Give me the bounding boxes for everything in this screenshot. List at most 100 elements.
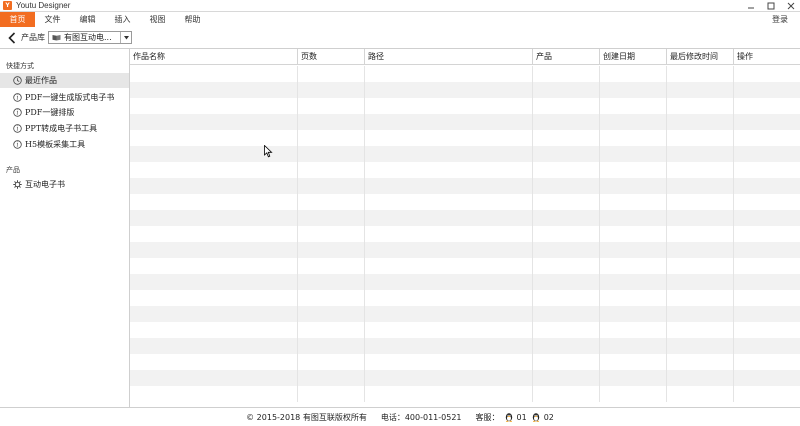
maximize-icon bbox=[767, 2, 775, 10]
table-cell bbox=[600, 242, 667, 258]
phone-text: 电话：400-011-0521 bbox=[380, 412, 462, 422]
table-cell bbox=[667, 322, 734, 338]
table-cell bbox=[130, 82, 298, 98]
table-cell bbox=[130, 274, 298, 290]
library-select[interactable]: 有图互动电... bbox=[48, 31, 132, 44]
sidebar-item-pdf-layout[interactable]: i PDF一键排版 bbox=[0, 105, 129, 120]
table-cell bbox=[734, 210, 800, 226]
table-cell bbox=[600, 370, 667, 386]
service-label: 客服： bbox=[475, 412, 500, 422]
table-cell bbox=[130, 370, 298, 386]
table-cell bbox=[734, 290, 800, 306]
table-cell bbox=[667, 290, 734, 306]
table-row bbox=[130, 274, 800, 290]
book-icon bbox=[52, 35, 61, 41]
service-number-1[interactable]: 01 bbox=[517, 413, 527, 422]
table-cell bbox=[365, 130, 533, 146]
menu-edit[interactable]: 编辑 bbox=[70, 12, 105, 27]
sidebar-item-label: 最近作品 bbox=[25, 76, 57, 85]
column-header-actions[interactable]: 操作 bbox=[734, 49, 800, 65]
menu-view[interactable]: 视图 bbox=[140, 12, 175, 27]
login-link[interactable]: 登录 bbox=[772, 12, 788, 27]
column-header-created[interactable]: 创建日期 bbox=[600, 49, 667, 65]
maximize-button[interactable] bbox=[766, 1, 776, 11]
shortcuts-section-title: 快捷方式 bbox=[6, 62, 34, 70]
table-cell bbox=[130, 338, 298, 354]
column-header-pages[interactable]: 页数 bbox=[298, 49, 365, 65]
menu-file[interactable]: 文件 bbox=[35, 12, 70, 27]
table-cell bbox=[533, 114, 600, 130]
table-cell bbox=[734, 274, 800, 290]
table-cell bbox=[667, 386, 734, 402]
service-number-2[interactable]: 02 bbox=[544, 413, 554, 422]
sidebar-item-pdf-ebook[interactable]: i PDF一键生成版式电子书 bbox=[0, 90, 129, 105]
copyright-text: © 2015-2018 有图互联版权所有 bbox=[246, 412, 367, 422]
table-cell bbox=[600, 146, 667, 162]
sidebar-item-ppt-tool[interactable]: i PPT转成电子书工具 bbox=[0, 121, 129, 136]
table-cell bbox=[667, 306, 734, 322]
table-cell bbox=[365, 98, 533, 114]
sidebar-item-h5-tool[interactable]: i H5模板采集工具 bbox=[0, 137, 129, 152]
table-cell bbox=[365, 290, 533, 306]
menu-insert[interactable]: 插入 bbox=[105, 12, 140, 27]
table-cell bbox=[365, 386, 533, 402]
table-cell bbox=[734, 146, 800, 162]
table-cell bbox=[298, 290, 365, 306]
sidebar-item-interactive-ebook[interactable]: 互动电子书 bbox=[0, 177, 129, 192]
column-header-product[interactable]: 产品 bbox=[533, 49, 600, 65]
table-cell bbox=[130, 354, 298, 370]
qq-penguin-icon[interactable] bbox=[504, 412, 514, 422]
table-row bbox=[130, 370, 800, 386]
column-header-path[interactable]: 路径 bbox=[365, 49, 533, 65]
sidebar-item-recent[interactable]: 最近作品 bbox=[0, 73, 129, 88]
table-cell bbox=[734, 386, 800, 402]
table-cell bbox=[667, 194, 734, 210]
table-cell bbox=[734, 130, 800, 146]
table-cell bbox=[533, 386, 600, 402]
table-cell bbox=[298, 370, 365, 386]
table-cell bbox=[533, 338, 600, 354]
column-header-name[interactable]: 作品名称 bbox=[130, 49, 298, 65]
table-cell bbox=[130, 242, 298, 258]
menu-help[interactable]: 帮助 bbox=[175, 12, 210, 27]
table-cell bbox=[667, 210, 734, 226]
table-cell bbox=[130, 66, 298, 82]
mouse-cursor-icon bbox=[264, 145, 273, 158]
table-cell bbox=[298, 82, 365, 98]
dropdown-arrow[interactable] bbox=[120, 32, 131, 43]
minimize-button[interactable] bbox=[746, 1, 756, 11]
table-cell bbox=[533, 178, 600, 194]
table-cell bbox=[533, 130, 600, 146]
table-cell bbox=[533, 242, 600, 258]
column-header-modified[interactable]: 最后修改时间 bbox=[667, 49, 734, 65]
close-icon bbox=[787, 2, 795, 10]
table-cell bbox=[734, 82, 800, 98]
table-cell bbox=[298, 194, 365, 210]
table-cell bbox=[365, 258, 533, 274]
table-cell bbox=[734, 258, 800, 274]
products-section-title: 产品 bbox=[6, 166, 20, 174]
table-cell bbox=[365, 226, 533, 242]
back-button[interactable] bbox=[6, 31, 18, 45]
table-row bbox=[130, 194, 800, 210]
app-title: Youtu Designer bbox=[16, 1, 71, 10]
table-cell bbox=[298, 354, 365, 370]
menu-home[interactable]: 首页 bbox=[0, 12, 35, 27]
table-cell bbox=[533, 210, 600, 226]
table-cell bbox=[600, 194, 667, 210]
table-cell bbox=[533, 274, 600, 290]
table-cell bbox=[600, 114, 667, 130]
svg-text:i: i bbox=[16, 95, 18, 102]
table-cell bbox=[600, 66, 667, 82]
table-cell bbox=[130, 386, 298, 402]
table-cell bbox=[667, 98, 734, 114]
table-cell bbox=[600, 258, 667, 274]
table-cell bbox=[533, 306, 600, 322]
qq-penguin-icon[interactable] bbox=[531, 412, 541, 422]
table-row bbox=[130, 98, 800, 114]
table-row bbox=[130, 162, 800, 178]
table-cell bbox=[298, 306, 365, 322]
sidebar-item-label: PDF一键排版 bbox=[25, 108, 75, 117]
table-cell bbox=[667, 146, 734, 162]
close-button[interactable] bbox=[786, 1, 796, 11]
